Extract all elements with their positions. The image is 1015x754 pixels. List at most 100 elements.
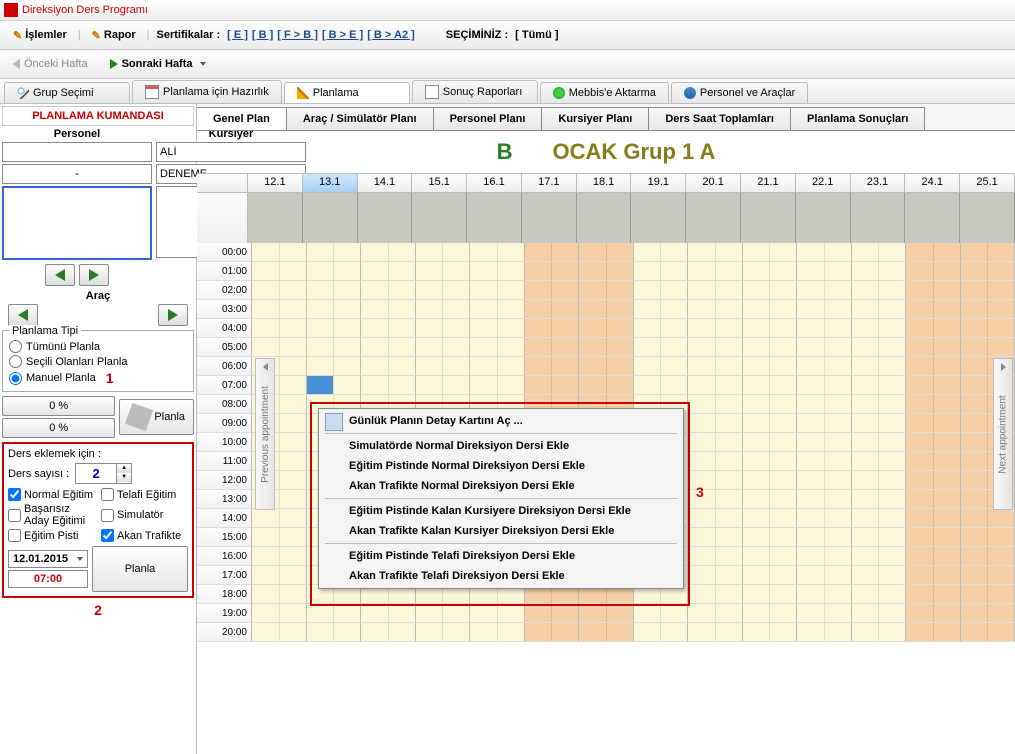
calendar-cell[interactable] <box>252 281 307 300</box>
ders-count-input[interactable] <box>76 464 116 483</box>
calendar-cell[interactable] <box>743 509 798 528</box>
date-picker[interactable]: 12.01.2015 <box>8 550 88 568</box>
day-header[interactable]: 24.1 <box>905 174 960 192</box>
calendar-cell[interactable] <box>743 281 798 300</box>
calendar-cell[interactable] <box>743 528 798 547</box>
calendar-cell[interactable] <box>470 604 525 623</box>
calendar-cell[interactable] <box>688 623 743 642</box>
calendar-cell[interactable] <box>852 262 907 281</box>
calendar-cell[interactable] <box>579 300 634 319</box>
context-menu-item[interactable]: Eğitim Pistinde Kalan Kursiyere Direksiy… <box>321 501 681 521</box>
calendar-cell[interactable] <box>307 319 362 338</box>
next-appointment-handle[interactable]: Next appointment <box>993 358 1013 510</box>
calendar-cell[interactable] <box>743 623 798 642</box>
calendar-cell[interactable] <box>797 452 852 471</box>
calendar-cell[interactable] <box>797 433 852 452</box>
calendar-cell[interactable] <box>961 300 1015 319</box>
context-menu-item[interactable]: Eğitim Pistinde Telafi Direksiyon Dersi … <box>321 546 681 566</box>
calendar-cell[interactable] <box>470 376 525 395</box>
calendar-cell[interactable] <box>961 262 1015 281</box>
calendar-cell[interactable] <box>470 623 525 642</box>
calendar-cell[interactable] <box>743 262 798 281</box>
spin-up[interactable]: ▲ <box>117 464 131 473</box>
calendar-cell[interactable] <box>743 490 798 509</box>
calendar-cell[interactable] <box>743 433 798 452</box>
context-menu-item[interactable]: Akan Trafikte Normal Direksiyon Dersi Ek… <box>321 476 681 496</box>
calendar-cell[interactable] <box>688 509 743 528</box>
calendar-cell[interactable] <box>252 623 307 642</box>
calendar-cell[interactable] <box>634 623 689 642</box>
calendar-cell[interactable] <box>906 319 961 338</box>
calendar-cell[interactable] <box>797 623 852 642</box>
calendar-cell[interactable] <box>252 604 307 623</box>
calendar-cell[interactable] <box>307 604 362 623</box>
calendar-cell[interactable] <box>852 300 907 319</box>
ders-count-spinner[interactable]: ▲▼ <box>75 463 132 484</box>
calendar-cell[interactable] <box>906 604 961 623</box>
calendar-cell[interactable] <box>906 623 961 642</box>
calendar-cell[interactable] <box>688 585 743 604</box>
calendar-cell[interactable] <box>252 338 307 357</box>
context-menu-item[interactable]: Eğitim Pistinde Normal Direksiyon Dersi … <box>321 456 681 476</box>
calendar-cell[interactable] <box>906 547 961 566</box>
calendar-cell[interactable] <box>906 452 961 471</box>
next-week-button[interactable]: Sonraki Hafta <box>104 55 212 73</box>
tab-mebbis[interactable]: Mebbis'e Aktarma <box>540 82 669 103</box>
spin-down[interactable]: ▼ <box>117 473 131 482</box>
calendar-cell[interactable] <box>852 414 907 433</box>
calendar-cell[interactable] <box>416 300 471 319</box>
calendar-cell[interactable] <box>906 243 961 262</box>
calendar-cell[interactable] <box>906 262 961 281</box>
calendar-cell[interactable] <box>743 395 798 414</box>
calendar-cell[interactable] <box>797 471 852 490</box>
chk-simulator[interactable]: Simulatör <box>101 503 188 527</box>
calendar-cell[interactable] <box>307 357 362 376</box>
calendar-cell[interactable] <box>252 547 307 566</box>
calendar-cell[interactable] <box>797 243 852 262</box>
calendar-cell[interactable] <box>906 585 961 604</box>
calendar-cell[interactable] <box>961 243 1015 262</box>
calendar-cell[interactable] <box>634 281 689 300</box>
calendar-cell[interactable] <box>688 357 743 376</box>
calendar-cell[interactable] <box>470 357 525 376</box>
calendar-cell[interactable] <box>688 281 743 300</box>
calendar-cell[interactable] <box>743 338 798 357</box>
tab-personel-araclar[interactable]: Personel ve Araçlar <box>671 82 808 103</box>
calendar-cell[interactable] <box>797 262 852 281</box>
calendar-cell[interactable] <box>852 433 907 452</box>
calendar-cell[interactable] <box>743 547 798 566</box>
calendar-cell[interactable] <box>743 414 798 433</box>
planla-button-bottom[interactable]: Planla <box>92 546 188 592</box>
calendar-cell[interactable] <box>307 281 362 300</box>
day-header[interactable]: 21.1 <box>741 174 796 192</box>
seciminiz-value[interactable]: [ Tümü ] <box>515 29 558 41</box>
calendar-cell[interactable] <box>252 509 307 528</box>
calendar-cell[interactable] <box>579 319 634 338</box>
calendar-cell[interactable] <box>852 490 907 509</box>
calendar-cell[interactable] <box>688 376 743 395</box>
calendar-cell[interactable] <box>688 319 743 338</box>
calendar-cell[interactable] <box>743 376 798 395</box>
calendar-cell[interactable] <box>361 338 416 357</box>
calendar-cell[interactable] <box>307 623 362 642</box>
calendar-cell[interactable] <box>743 243 798 262</box>
menu-islemler[interactable]: ✎İşlemler <box>6 25 74 46</box>
calendar-cell[interactable] <box>906 433 961 452</box>
menu-rapor[interactable]: ✎Rapor <box>85 25 143 46</box>
context-menu-item[interactable]: Akan Trafikte Kalan Kursiyer Direksiyon … <box>321 521 681 541</box>
calendar-cell[interactable] <box>852 566 907 585</box>
calendar-cell[interactable] <box>688 414 743 433</box>
calendar-cell[interactable] <box>688 262 743 281</box>
calendar-cell[interactable] <box>852 547 907 566</box>
calendar-cell[interactable] <box>579 338 634 357</box>
calendar-cell[interactable] <box>797 604 852 623</box>
calendar-cell[interactable] <box>906 338 961 357</box>
calendar-cell[interactable] <box>797 338 852 357</box>
calendar-cell[interactable] <box>797 300 852 319</box>
personel-input[interactable] <box>2 142 152 162</box>
calendar-cell[interactable] <box>579 623 634 642</box>
radio-manuel[interactable]: Manuel Planla1 <box>9 369 187 387</box>
calendar-cell[interactable] <box>688 547 743 566</box>
cert-ba2[interactable]: [ B > A2 ] <box>367 29 415 41</box>
calendar-cell[interactable] <box>743 452 798 471</box>
